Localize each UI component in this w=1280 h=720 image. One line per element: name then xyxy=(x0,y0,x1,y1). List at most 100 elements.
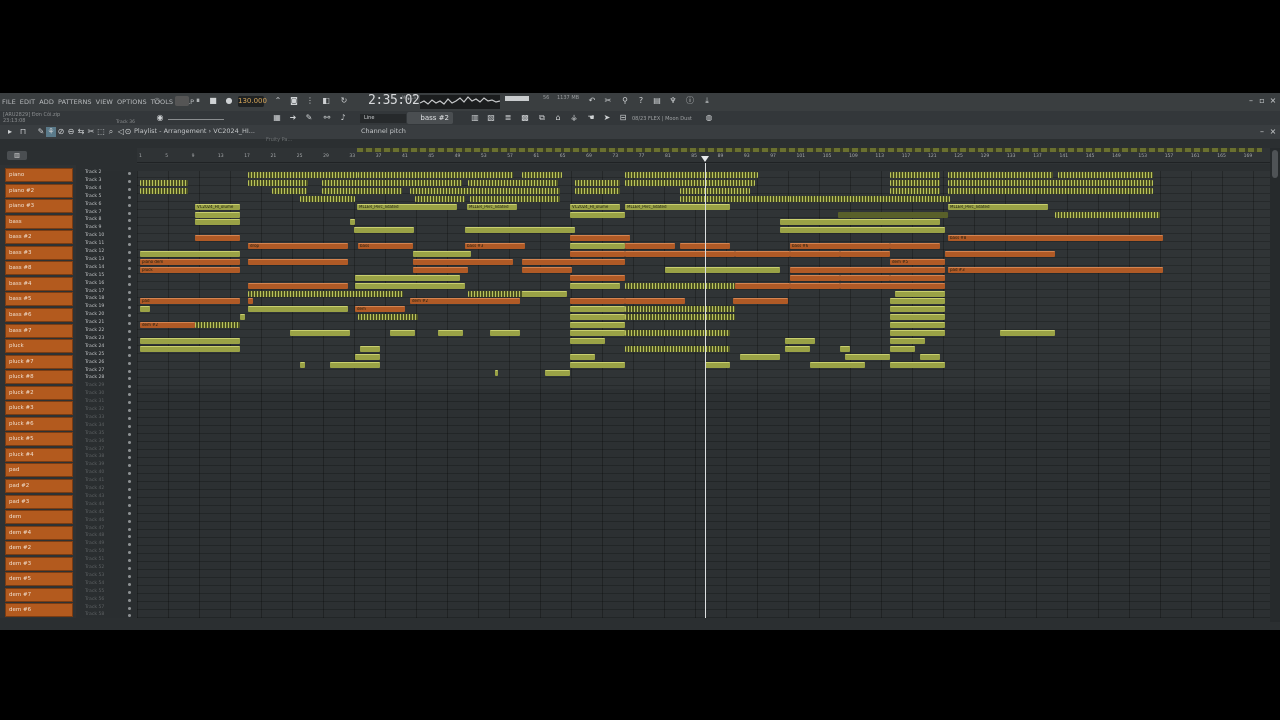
playlist-clip[interactable]: dem #2 xyxy=(410,298,520,305)
track-label[interactable]: Track 42 xyxy=(85,486,104,491)
tempo-display[interactable]: 130.000 xyxy=(238,96,267,107)
track-label[interactable]: Track 46 xyxy=(85,518,104,523)
playlist-clip[interactable] xyxy=(322,187,402,194)
track-label[interactable]: Track 7 xyxy=(85,210,101,215)
playlist-clip[interactable] xyxy=(522,172,562,178)
pattern-item[interactable]: bass xyxy=(5,214,73,229)
playlist-clip[interactable] xyxy=(733,172,758,178)
playlist-clip[interactable] xyxy=(625,314,735,321)
playlist-clip[interactable] xyxy=(415,195,465,202)
track-mute-dot[interactable] xyxy=(128,243,131,247)
track-mute-dot[interactable] xyxy=(128,409,131,412)
playlist-clip[interactable] xyxy=(948,179,1153,186)
track-label[interactable]: Track 36 xyxy=(85,439,104,444)
playlist-clip[interactable] xyxy=(890,306,945,313)
track-mute-dot[interactable] xyxy=(128,614,131,618)
slip-tool-icon[interactable]: ⇆ xyxy=(76,127,86,137)
track-mute-dot[interactable] xyxy=(128,511,131,515)
playlist-clip[interactable]: drop xyxy=(248,243,348,250)
download-icon[interactable]: ⤓ xyxy=(702,96,712,106)
pattern-item[interactable]: dem #5 xyxy=(5,572,73,587)
playlist-clip[interactable] xyxy=(140,187,188,194)
playlist-clip[interactable] xyxy=(570,298,625,305)
playlist-clip[interactable] xyxy=(840,274,890,281)
menu-edit[interactable]: EDIT xyxy=(18,98,37,106)
track-label[interactable]: Track 52 xyxy=(85,565,104,570)
wait-icon[interactable]: ◙ xyxy=(289,96,299,106)
user-icon[interactable]: ◍ xyxy=(704,113,714,123)
touch-icon[interactable]: ☚ xyxy=(586,113,596,123)
playlist-clip[interactable] xyxy=(625,243,675,250)
track-mute-dot[interactable] xyxy=(128,582,131,586)
slice-tool-icon[interactable]: ✂ xyxy=(86,127,96,137)
pat-song-toggle[interactable] xyxy=(175,96,189,106)
playlist-clip[interactable] xyxy=(890,345,915,352)
playlist-clip[interactable]: dem #5 xyxy=(890,258,945,265)
tuner-icon[interactable]: ⚶ xyxy=(569,113,579,123)
playlist-clip[interactable] xyxy=(358,172,513,178)
playlist-clip[interactable] xyxy=(1055,211,1160,218)
track-mute-dot[interactable] xyxy=(128,322,131,326)
track-mute-dot[interactable] xyxy=(128,353,131,357)
piano-roll-view-icon[interactable]: ▩ xyxy=(520,113,530,123)
menu-options[interactable]: OPTIONS xyxy=(115,98,149,106)
track-mute-dot[interactable] xyxy=(128,519,131,523)
track-label[interactable]: Track 15 xyxy=(85,273,104,278)
playlist-clip[interactable] xyxy=(790,282,840,289)
metronome-icon[interactable]: ⌃ xyxy=(273,96,283,106)
paint-tool-icon[interactable]: ⚘ xyxy=(46,127,56,137)
playlist-clip[interactable] xyxy=(790,251,840,257)
track-mute-dot[interactable] xyxy=(128,606,131,610)
pattern-item[interactable]: bass #7 xyxy=(5,323,73,338)
track-label[interactable]: Track 45 xyxy=(85,510,104,515)
track-mute-dot[interactable] xyxy=(128,432,131,436)
track-label[interactable]: Track 18 xyxy=(85,296,104,301)
playlist-clip[interactable] xyxy=(890,179,940,186)
playlist-clip[interactable] xyxy=(195,322,240,329)
track-mute-dot[interactable] xyxy=(128,401,131,405)
playlist-clip[interactable] xyxy=(248,282,348,289)
menu-patterns[interactable]: PATTERNS xyxy=(56,98,94,106)
playlist-clip[interactable]: MLLER_Perc_Iidated xyxy=(948,203,1048,210)
playlist-clip[interactable] xyxy=(570,314,625,321)
playlist-clip[interactable] xyxy=(945,251,1055,257)
track-label[interactable]: Track 16 xyxy=(85,281,104,286)
pattern-item[interactable]: pluck #3 xyxy=(5,401,73,416)
maximize-icon[interactable]: ▫ xyxy=(1257,96,1267,106)
pattern-item[interactable]: dem #7 xyxy=(5,587,73,602)
playlist-clip[interactable] xyxy=(465,227,575,234)
playlist-clip[interactable] xyxy=(780,219,940,226)
track-label[interactable]: Track 50 xyxy=(85,549,104,554)
playlist-clip[interactable] xyxy=(468,290,523,297)
playlist-clip[interactable] xyxy=(575,179,620,186)
track-mute-dot[interactable] xyxy=(128,495,131,499)
playlist-clip[interactable] xyxy=(248,172,358,178)
playlist-clip[interactable] xyxy=(570,330,625,336)
playlist-clip[interactable] xyxy=(840,282,895,289)
track-label[interactable]: Track 6 xyxy=(85,202,101,207)
playlist-clip[interactable] xyxy=(570,211,625,218)
track-mute-dot[interactable] xyxy=(128,385,131,389)
playlist-clip[interactable]: pad xyxy=(140,298,240,305)
track-mute-dot[interactable] xyxy=(128,337,131,341)
track-label[interactable]: Track 30 xyxy=(85,391,104,396)
playlist-clip[interactable] xyxy=(665,266,780,273)
master-volume-knob-icon[interactable]: ◉ xyxy=(155,113,165,123)
playlist-clip[interactable]: dem xyxy=(355,306,405,313)
playlist-minimize-icon[interactable]: – xyxy=(1257,127,1267,137)
playlist-clip[interactable] xyxy=(785,337,815,344)
track-label[interactable]: Track 41 xyxy=(85,478,104,483)
playlist-clip[interactable] xyxy=(570,258,625,265)
playlist-clip[interactable] xyxy=(625,282,735,289)
track-label[interactable]: Track 19 xyxy=(85,304,104,309)
track-label[interactable]: Track 37 xyxy=(85,447,104,452)
pattern-item[interactable]: pluck #6 xyxy=(5,416,73,431)
track-label[interactable]: Track 2 xyxy=(85,170,101,175)
vertical-scrollbar[interactable] xyxy=(1270,148,1280,626)
zoom-tool-icon[interactable]: ⌕ xyxy=(106,127,116,137)
playlist-clip[interactable] xyxy=(920,353,940,360)
playlist-clip[interactable] xyxy=(248,298,253,305)
track-label[interactable]: Track 33 xyxy=(85,415,104,420)
blend-icon[interactable]: ◧ xyxy=(321,96,331,106)
playhead-marker[interactable] xyxy=(701,156,709,162)
